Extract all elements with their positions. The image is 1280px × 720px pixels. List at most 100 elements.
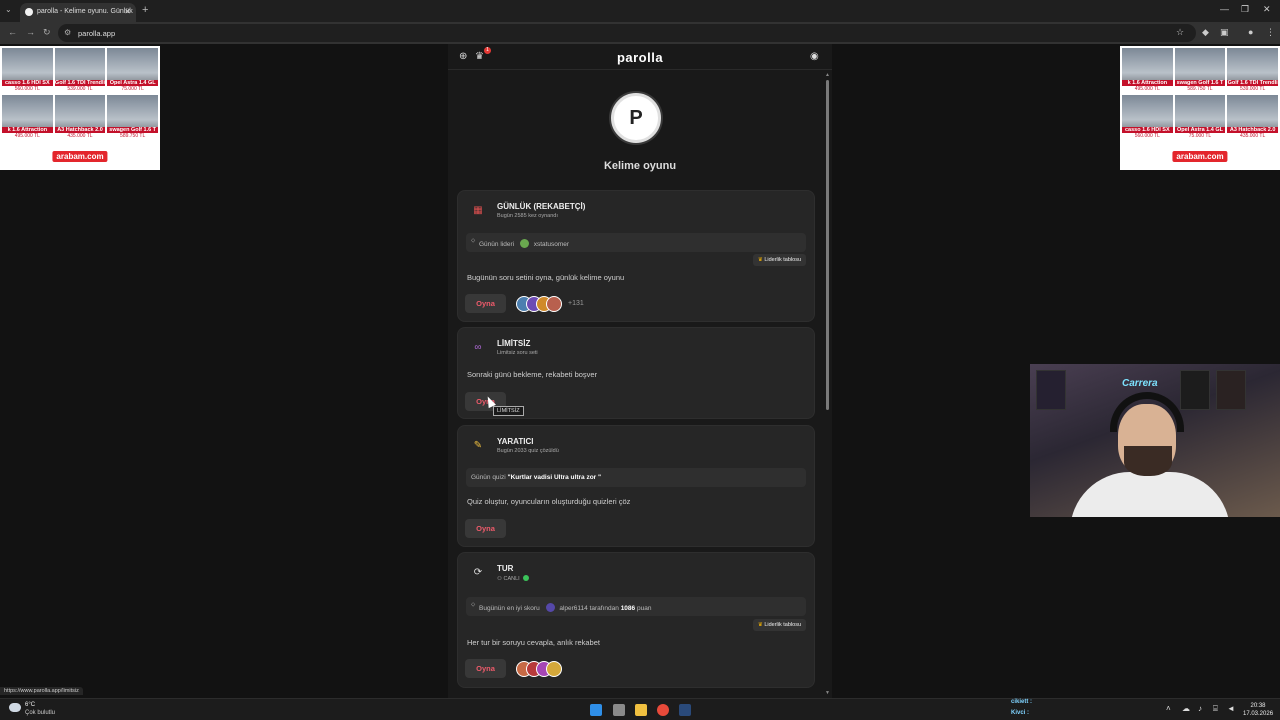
- ad-car-listing[interactable]: Opel Astra 1.4 GL 75.000 TL: [107, 48, 158, 93]
- favicon-icon: [25, 8, 33, 16]
- chat-user: cikiett :: [1011, 699, 1033, 705]
- card-description: Bugünün soru setini oyna, günlük kelime …: [467, 273, 625, 282]
- app-container: ⊕ ♛ 1 parolla ◉ P Kelime oyunu ▦ GÜNLÜK …: [448, 44, 832, 698]
- quiz-name: "Kurtlar vadisi Ultra ultra zor ": [507, 474, 602, 481]
- card-title: TUR: [497, 564, 514, 573]
- ad-car-listing[interactable]: A3 Hatchback 2.0 435.000 TL: [1227, 95, 1278, 140]
- ad-car-listing[interactable]: A3 Hatchback 2.0 435.000 TL: [54, 95, 106, 140]
- close-tab-icon[interactable]: ✕: [124, 7, 131, 16]
- reload-icon[interactable]: ↻: [43, 27, 51, 38]
- ad-car-listing[interactable]: casso 1.6 HDI SX 560.000 TL: [2, 48, 53, 93]
- weather-temperature[interactable]: 6°C: [25, 702, 35, 708]
- card-creative[interactable]: ✎ YARATICI Bugün 2033 quiz çözüldü Günün…: [457, 425, 815, 547]
- ad-car-listing[interactable]: Golf 1.6 TDI Trendli 539.000 TL: [54, 48, 106, 93]
- ad-car-price: 539.000 TL: [54, 86, 106, 93]
- profile-icon[interactable]: ●: [1248, 27, 1253, 37]
- back-icon[interactable]: ←: [8, 27, 17, 37]
- leader-name[interactable]: xstatusomer: [534, 241, 569, 248]
- neon-sign: Carrera: [1122, 378, 1158, 389]
- menu-icon[interactable]: ⋮: [1266, 27, 1275, 38]
- url-text: parolla.app: [78, 29, 116, 38]
- leaderboard-button[interactable]: ♛ Liderlik tablosu: [752, 254, 806, 266]
- onedrive-icon[interactable]: ☁: [1182, 704, 1190, 713]
- extension-icon[interactable]: ◆: [1202, 27, 1209, 38]
- card-daily[interactable]: ▦ GÜNLÜK (REKABETÇİ) Bugün 2585 kez oyna…: [457, 190, 815, 322]
- best-user[interactable]: alper6114: [559, 605, 587, 612]
- ad-car-listing[interactable]: swagen Golf 1.6 T 589.750 TL: [107, 95, 158, 140]
- left-ad-banner[interactable]: casso 1.6 HDI SX 560.000 TL Golf 1.6 TDI T…: [0, 46, 160, 170]
- right-ad-banner[interactable]: k 1.6 Attraction 495.000 TL swagen Golf 1.…: [1120, 46, 1280, 170]
- app-header: ⊕ ♛ 1 parolla ◉: [448, 44, 832, 70]
- new-tab-icon[interactable]: +: [142, 4, 148, 16]
- user-icon[interactable]: ◉: [810, 51, 819, 62]
- page-subtitle: Kelime oyunu: [603, 160, 677, 172]
- chrome-icon[interactable]: [657, 704, 669, 716]
- scroll-down-arrow-icon[interactable]: ▼: [825, 690, 830, 696]
- page-scrollbar[interactable]: ▲ ▼: [824, 72, 830, 696]
- address-bar[interactable]: ⚙ parolla.app: [58, 24, 1196, 42]
- close-window-icon[interactable]: ✕: [1263, 4, 1271, 15]
- tray-chevron-icon[interactable]: ˄: [1166, 704, 1171, 713]
- best-unit: puan: [636, 605, 652, 612]
- microphone-icon[interactable]: ♪: [1198, 704, 1202, 713]
- brand-title[interactable]: parolla: [448, 50, 832, 65]
- site-info-icon[interactable]: ⚙: [64, 28, 71, 37]
- ad-car-price: 589.750 TL: [107, 133, 158, 140]
- browser-tab[interactable]: parolla - Kelime oyunu. Günlük ✕: [20, 3, 136, 22]
- card-title: LİMİTSİZ: [497, 339, 531, 348]
- task-view-icon[interactable]: [613, 704, 625, 716]
- ad-car-listing[interactable]: Golf 1.6 TDI Trendli 539.000 TL: [1227, 48, 1278, 93]
- daily-quiz-row[interactable]: Günün quizi "Kurtlar vadisi Ultra ultra …: [466, 468, 806, 487]
- steam-icon[interactable]: [679, 704, 691, 716]
- play-button[interactable]: Oyna: [465, 294, 506, 313]
- scroll-thumb[interactable]: [826, 80, 829, 410]
- card-tour[interactable]: ⟳ TUR ⚇ CANLI ⬦ Bugünün en iyi skoru alp…: [457, 552, 815, 688]
- avatar: [546, 661, 562, 677]
- best-score-row: ⬦ Bugünün en iyi skoru alper6114 tarafın…: [466, 597, 806, 616]
- ad-car-listing[interactable]: k 1.6 Attraction 495.000 TL: [1122, 48, 1173, 93]
- ad-car-price: 560.000 TL: [1122, 133, 1173, 140]
- streamer-beard: [1124, 446, 1172, 476]
- system-clock[interactable]: 20:38 17.03.2026: [1243, 702, 1273, 718]
- pin-icon: ⬦: [471, 238, 476, 244]
- play-button[interactable]: Oyna: [465, 659, 506, 678]
- ad-car-price: 495.000 TL: [1122, 86, 1173, 93]
- ad-car-price: 495.000 TL: [2, 133, 53, 140]
- extensions-puzzle-icon[interactable]: ▣: [1220, 27, 1229, 38]
- clock-date: 17.03.2026: [1243, 711, 1274, 717]
- quiz-label: Günün quizi: [471, 474, 506, 481]
- ad-car-listing[interactable]: Opel Astra 1.4 GL 75.000 TL: [1174, 95, 1226, 140]
- network-icon[interactable]: ⌸: [1213, 704, 1218, 714]
- play-button[interactable]: Oyna: [465, 519, 506, 538]
- live-dot-icon: [523, 575, 530, 581]
- ad-car-price: 560.000 TL: [2, 86, 53, 93]
- ad-car-price: 589.750 TL: [1174, 86, 1226, 93]
- tab-search-icon[interactable]: ⌄: [5, 5, 12, 14]
- ad-car-price: 75.000 TL: [1174, 133, 1226, 140]
- webcam-overlay: Carrera: [1030, 364, 1280, 517]
- start-windows-icon[interactable]: [590, 704, 602, 716]
- avatar: [546, 296, 562, 312]
- best-by: tarafından: [589, 605, 619, 612]
- app-logo: P: [611, 93, 661, 143]
- volume-icon[interactable]: ◄: [1227, 704, 1235, 713]
- avatar: [519, 239, 529, 248]
- scroll-up-arrow-icon[interactable]: ▲: [825, 72, 830, 78]
- card-description: Sonraki günü bekleme, rekabeti boşver: [467, 370, 598, 379]
- minimize-icon[interactable]: —: [1220, 4, 1229, 14]
- forward-icon[interactable]: →: [26, 27, 35, 37]
- cloud-icon[interactable]: [9, 703, 21, 712]
- ad-car-listing[interactable]: casso 1.6 HDI SX 560.000 TL: [1122, 95, 1173, 140]
- wall-poster: [1216, 370, 1246, 410]
- maximize-icon[interactable]: ❐: [1241, 4, 1249, 15]
- streamer-shirt: [1070, 472, 1230, 517]
- ad-logo: arabam.com: [1172, 151, 1228, 162]
- leaderboard-button[interactable]: ♛ Liderlik tablosu: [752, 619, 806, 631]
- ad-car-price: 539.000 TL: [1227, 86, 1278, 93]
- ad-car-listing[interactable]: k 1.6 Attraction 495.000 TL: [2, 95, 53, 140]
- daily-leader-row: ⬦ Günün lideri xstatusomer: [466, 233, 806, 252]
- bookmark-star-icon[interactable]: ☆: [1176, 27, 1184, 38]
- file-explorer-icon[interactable]: [635, 704, 647, 716]
- weather-description[interactable]: Çok bulutlu: [25, 710, 55, 716]
- ad-car-listing[interactable]: swagen Golf 1.6 T 589.750 TL: [1174, 48, 1226, 93]
